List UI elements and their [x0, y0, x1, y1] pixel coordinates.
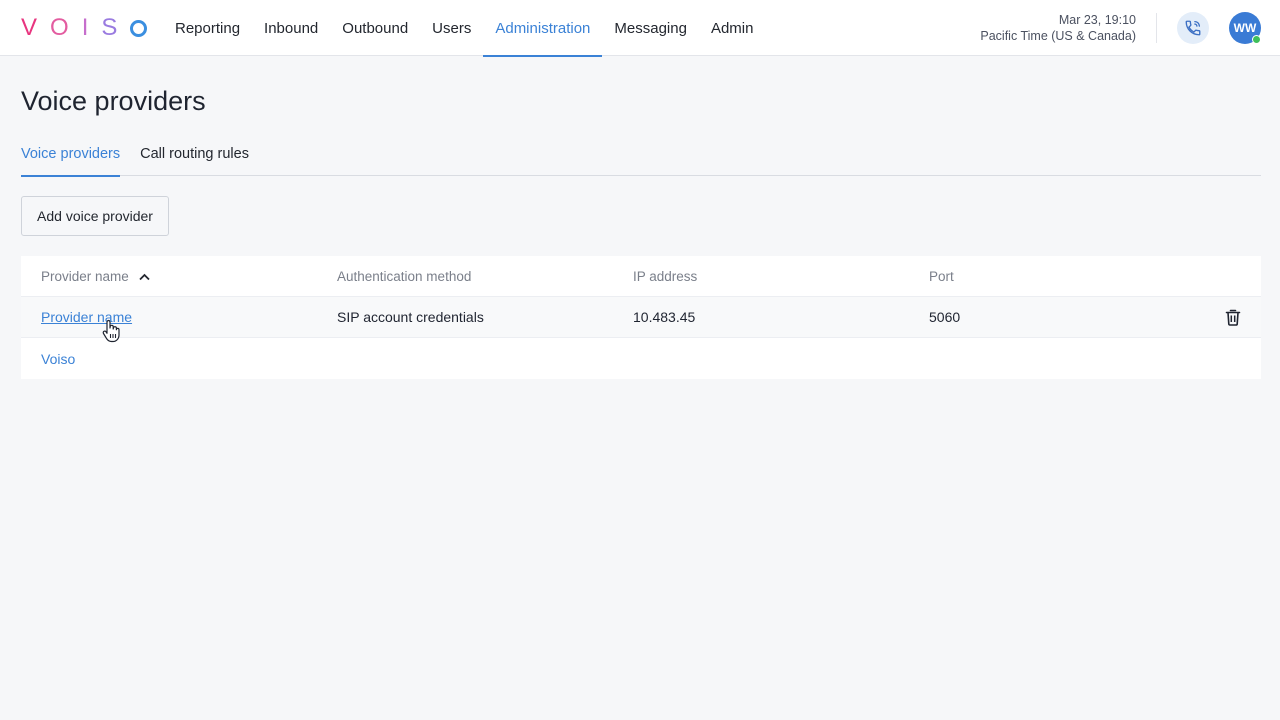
ip-address-cell: 10.483.45 — [633, 309, 696, 325]
header-divider — [1156, 13, 1157, 43]
nav-administration[interactable]: Administration — [483, 0, 603, 57]
nav-outbound[interactable]: Outbound — [330, 0, 420, 56]
column-header-ip-address: IP address — [633, 268, 698, 284]
provider-name-link[interactable]: Voiso — [41, 351, 75, 367]
table-header: Provider name Authentication method IP a… — [21, 256, 1261, 297]
providers-table: Provider name Authentication method IP a… — [21, 256, 1261, 379]
add-voice-provider-button[interactable]: Add voice provider — [21, 196, 169, 236]
nav-inbound[interactable]: Inbound — [252, 0, 330, 56]
softphone-button[interactable] — [1177, 12, 1209, 44]
column-header-authentication-method: Authentication method — [337, 268, 472, 284]
tab-voice-providers[interactable]: Voice providers — [21, 136, 121, 177]
table-row: Voiso — [21, 338, 1261, 379]
logo-letter-s: S — [101, 14, 118, 41]
nav-admin[interactable]: Admin — [699, 0, 766, 56]
main-nav: Reporting Inbound Outbound Users Adminis… — [163, 0, 766, 57]
delete-icon[interactable] — [1225, 309, 1241, 326]
column-header-label: Provider name — [41, 268, 129, 284]
clock: Mar 23, 19:10 Pacific Time (US & Canada) — [980, 12, 1136, 44]
port-cell: 5060 — [929, 309, 961, 325]
logo-letter-v: V — [21, 14, 38, 41]
page-title: Voice providers — [21, 86, 206, 116]
column-header-port: Port — [929, 268, 954, 284]
section-tabs: Voice providers Call routing rules — [21, 136, 1261, 177]
online-status-dot — [1252, 35, 1261, 44]
logo-letter-o-ring — [130, 19, 148, 37]
clock-timezone: Pacific Time (US & Canada) — [980, 29, 1136, 43]
hand-cursor-icon — [102, 319, 120, 343]
voiso-logo[interactable]: V O I S — [21, 14, 148, 41]
column-header-provider-name[interactable]: Provider name — [41, 269, 150, 284]
auth-method-cell: SIP account credentials — [337, 309, 484, 325]
sort-ascending-icon — [138, 273, 150, 281]
nav-reporting[interactable]: Reporting — [163, 0, 252, 56]
tab-call-routing-rules[interactable]: Call routing rules — [140, 136, 249, 176]
nav-users[interactable]: Users — [420, 0, 483, 56]
logo-letter-i: I — [81, 14, 89, 41]
table-row: Provider name SIP account credentials 10… — [21, 297, 1261, 338]
logo-letter-o: O — [50, 14, 69, 41]
clock-datetime: Mar 23, 19:10 — [1058, 13, 1136, 27]
phone-icon — [1185, 20, 1201, 36]
nav-messaging[interactable]: Messaging — [602, 0, 699, 56]
top-bar: V O I S Reporting Inbound Outbound Users… — [0, 0, 1280, 57]
